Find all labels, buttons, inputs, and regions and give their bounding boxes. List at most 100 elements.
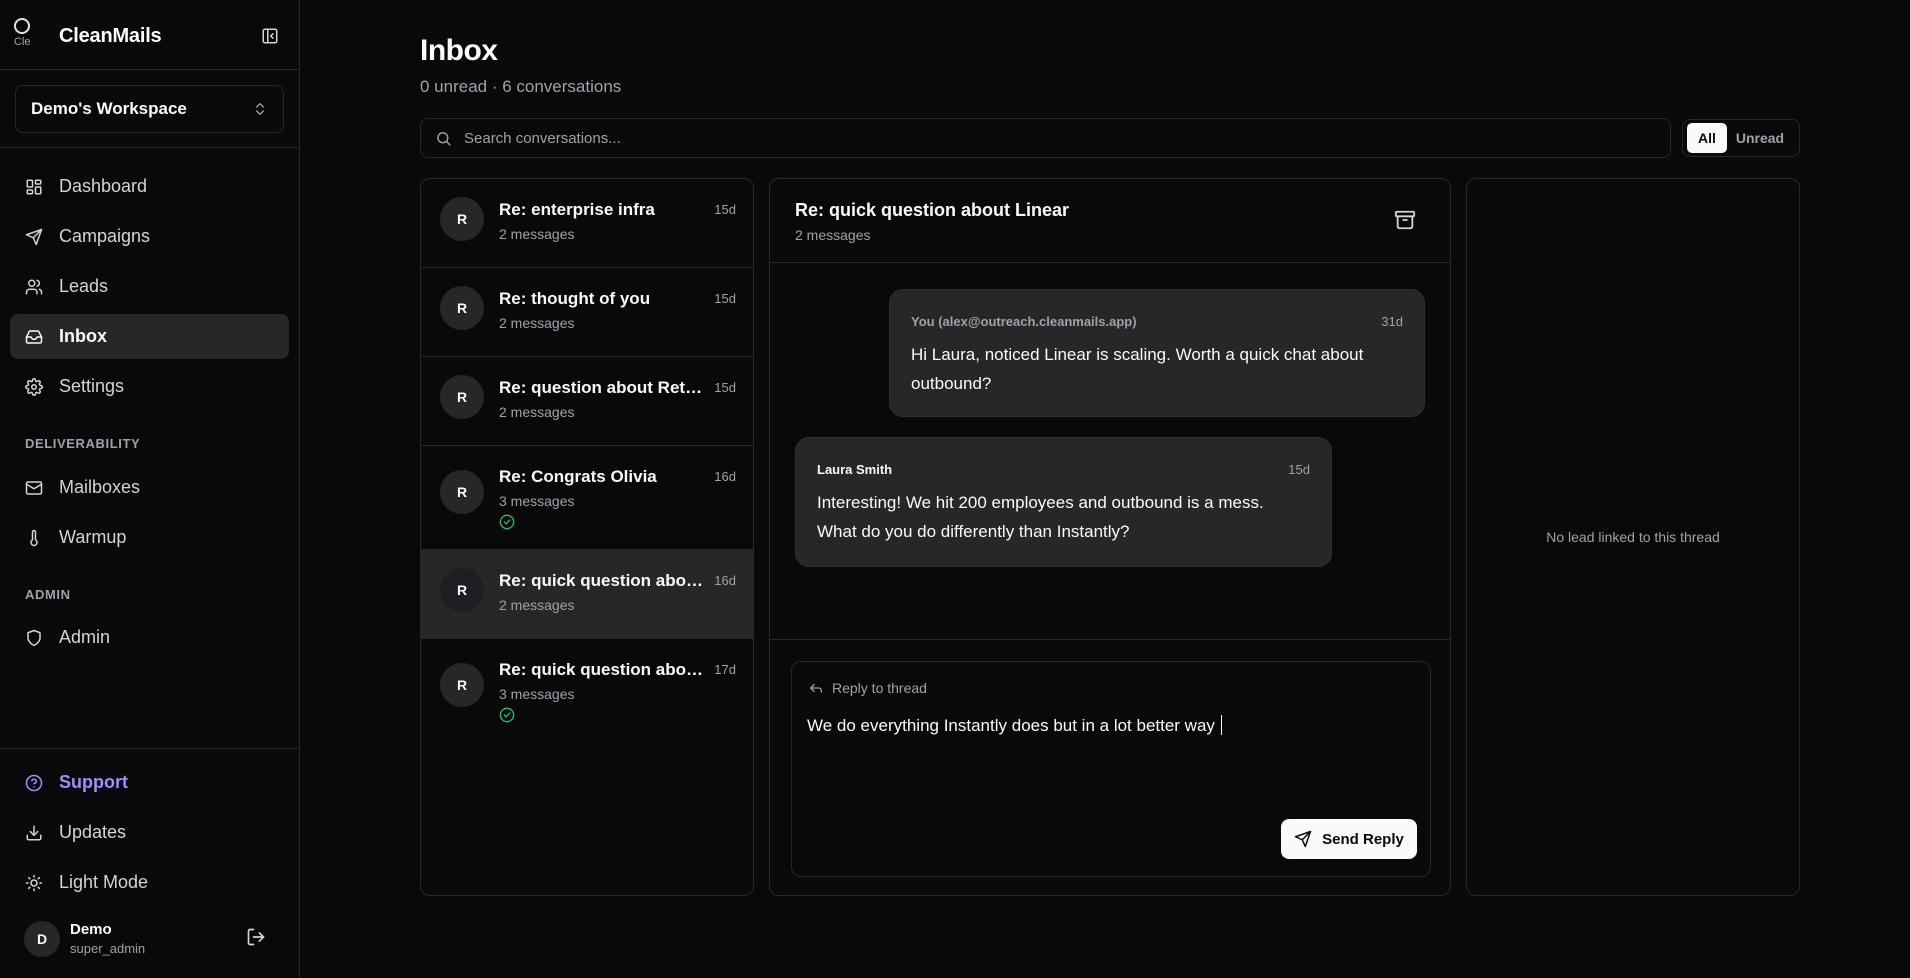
section-heading-admin: ADMIN <box>25 587 71 602</box>
conversation-list: R Re: enterprise infra 2 messages 15d R … <box>420 178 754 896</box>
sidebar: Cle CleanMails Demo's Workspace Dashboar… <box>0 0 300 978</box>
sidebar-item-support[interactable]: Support <box>10 760 289 805</box>
filter-all-button[interactable]: All <box>1687 123 1727 153</box>
sidebar-divider <box>0 69 299 70</box>
list-item[interactable]: R Re: quick question about Linear 3 mess… <box>421 639 753 743</box>
sidebar-item-label: Support <box>59 772 128 792</box>
message-body: Interesting! We hit 200 employees and ou… <box>817 493 1264 541</box>
sidebar-item-settings[interactable]: Settings <box>10 364 289 409</box>
thread-title: Re: quick question about Linear <box>795 200 1070 220</box>
sidebar-divider <box>0 147 299 148</box>
sidebar-item-label: Leads <box>59 276 109 296</box>
thread-divider <box>770 639 1450 640</box>
filter-toggle: All Unread <box>1682 119 1800 157</box>
sidebar-item-label: Dashboard <box>59 176 148 196</box>
collapse-sidebar-button[interactable] <box>258 24 282 48</box>
conversation-subject: Re: thought of you <box>499 289 651 308</box>
sidebar-item-label: Updates <box>59 822 127 842</box>
brand: Cle CleanMails <box>14 18 286 52</box>
sidebar-item-leads[interactable]: Leads <box>10 264 289 309</box>
sidebar-item-label: Warmup <box>59 527 127 547</box>
download-icon <box>24 823 44 843</box>
sidebar-item-warmup[interactable]: Warmup <box>10 515 289 560</box>
logout-icon <box>247 928 265 946</box>
sidebar-item-admin[interactable]: Admin <box>10 615 289 660</box>
reply-icon <box>810 684 822 693</box>
sidebar-item-campaigns[interactable]: Campaigns <box>10 214 289 259</box>
sidebar-item-label: Admin <box>59 627 111 647</box>
sidebar-divider <box>0 748 299 749</box>
reply-label: Reply to thread <box>832 680 927 696</box>
page-subtitle: 0 unread · 6 conversations <box>420 77 622 96</box>
sidebar-item-label: Mailboxes <box>59 477 141 497</box>
conversation-time: 15d <box>714 380 736 395</box>
sidebar-item-mailboxes[interactable]: Mailboxes <box>10 465 289 510</box>
help-circle-icon <box>24 773 44 793</box>
list-item[interactable]: R Re: quick question about Linear 2 mess… <box>421 550 753 639</box>
list-item[interactable]: R Re: question about Retool 2 messages 1… <box>421 357 753 446</box>
workspace-name: Demo's Workspace <box>31 99 187 118</box>
message-body: Hi Laura, noticed Linear is scaling. Wor… <box>911 345 1364 393</box>
avatar: R <box>440 375 484 419</box>
send-icon <box>24 227 44 247</box>
conversation-subject: Re: enterprise infra <box>499 200 655 219</box>
conversation-subject: Re: quick question about Linear <box>499 571 704 590</box>
search-bar <box>420 118 1671 158</box>
reply-composer: Reply to thread We do everything Instant… <box>791 661 1431 877</box>
conversation-message-count: 2 messages <box>499 404 575 420</box>
user-profile: D Demo super_admin <box>24 921 276 959</box>
list-item[interactable]: R Re: Congrats Olivia 3 messages 16d <box>421 446 753 550</box>
search-input[interactable] <box>464 129 1644 147</box>
sidebar-item-updates[interactable]: Updates <box>10 810 289 855</box>
list-item[interactable]: R Re: enterprise infra 2 messages 15d <box>421 179 753 268</box>
send-reply-button[interactable]: Send Reply <box>1281 819 1417 859</box>
send-icon <box>1294 830 1312 848</box>
sidebar-item-label: Campaigns <box>59 226 151 246</box>
logout-button[interactable] <box>246 927 270 951</box>
lead-empty-state: No lead linked to this thread <box>1546 529 1720 545</box>
avatar: D <box>24 921 60 957</box>
conversation-time: 16d <box>714 469 736 484</box>
conversation-subject: Re: question about Retool <box>499 378 704 397</box>
mail-icon <box>24 478 44 498</box>
conversation-subject: Re: Congrats Olivia <box>499 467 657 486</box>
list-item[interactable]: R Re: thought of you 2 messages 15d <box>421 268 753 357</box>
search-icon <box>437 131 451 146</box>
workspace-switcher[interactable]: Demo's Workspace <box>15 85 284 133</box>
conversation-message-count: 3 messages <box>499 686 575 702</box>
sidebar-item-inbox[interactable]: Inbox <box>10 314 289 359</box>
logo-alt-text: Cle <box>14 36 31 48</box>
lead-panel: No lead linked to this thread <box>1466 178 1800 896</box>
conversation-message-count: 3 messages <box>499 493 575 509</box>
sidebar-item-label: Settings <box>59 376 125 396</box>
avatar: R <box>440 197 484 241</box>
conversation-time: 15d <box>714 202 736 217</box>
archive-icon <box>1394 210 1416 230</box>
sidebar-item-light-mode[interactable]: Light Mode <box>10 860 289 905</box>
avatar: R <box>440 663 484 707</box>
section-heading-deliverability: DELIVERABILITY <box>25 436 141 451</box>
avatar: R <box>440 470 484 514</box>
shield-icon <box>24 628 44 648</box>
conversation-time: 15d <box>714 291 736 306</box>
sidebar-item-label: Inbox <box>59 326 107 346</box>
app-name: CleanMails <box>59 25 162 47</box>
conversation-time: 17d <box>714 662 736 677</box>
reply-draft-text: We do everything Instantly does but in a… <box>807 716 1215 735</box>
inbox-icon <box>24 327 44 347</box>
message-time: 31d <box>1381 314 1403 329</box>
thread-panel: Re: quick question about Linear 2 messag… <box>769 178 1451 896</box>
conversation-time: 16d <box>714 573 736 588</box>
app-logo: Cle <box>14 18 40 52</box>
user-role: super_admin <box>70 941 146 956</box>
filter-unread-button[interactable]: Unread <box>1727 123 1793 153</box>
sidebar-item-label: Light Mode <box>59 872 149 892</box>
reply-textarea[interactable]: We do everything Instantly does but in a… <box>807 714 1407 814</box>
conversation-message-count: 2 messages <box>499 597 575 613</box>
conversation-message-count: 2 messages <box>499 226 575 242</box>
avatar: R <box>440 286 484 330</box>
sidebar-item-dashboard[interactable]: Dashboard <box>10 164 289 209</box>
text-caret <box>1220 715 1222 735</box>
check-circle-icon <box>499 514 515 530</box>
archive-button[interactable] <box>1394 209 1418 233</box>
